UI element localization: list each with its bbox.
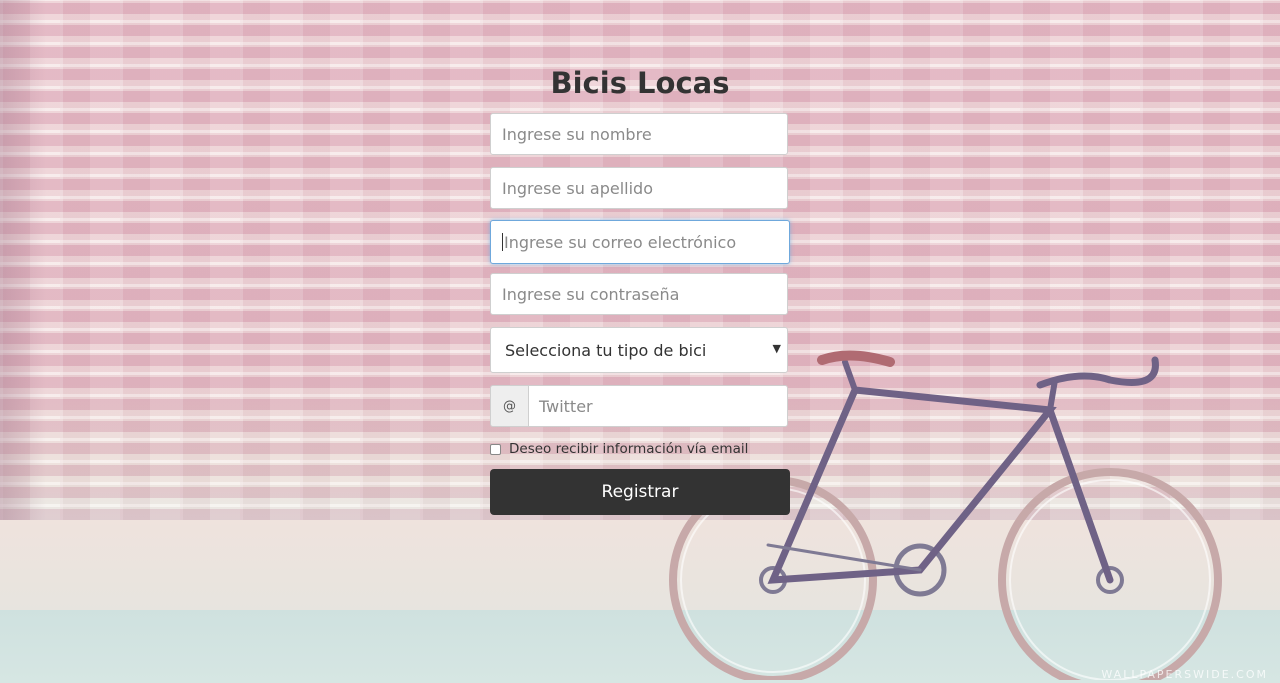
twitter-input-group: @ Twitter: [490, 385, 788, 427]
lastname-input-placeholder: Ingrese su apellido: [502, 178, 653, 198]
email-input[interactable]: Ingrese su correo electrónico: [490, 220, 790, 264]
name-input-placeholder: Ingrese su nombre: [502, 124, 652, 144]
dropdown-arrow-icon: ▼: [772, 342, 781, 355]
at-sign-addon: @: [490, 385, 528, 427]
register-button-label: Registrar: [601, 482, 679, 502]
text-caret: [502, 233, 503, 251]
name-input[interactable]: Ingrese su nombre: [490, 113, 788, 155]
bike-type-selected-value: Selecciona tu tipo de bici: [505, 340, 707, 360]
twitter-input[interactable]: Twitter: [528, 385, 788, 427]
email-input-placeholder: Ingrese su correo electrónico: [504, 232, 737, 252]
newsletter-label[interactable]: Deseo recibir información vía email: [509, 441, 748, 457]
lastname-input[interactable]: Ingrese su apellido: [490, 167, 788, 209]
newsletter-checkbox[interactable]: [490, 443, 501, 455]
password-input-placeholder: Ingrese su contraseña: [502, 284, 680, 304]
bike-type-select[interactable]: Selecciona tu tipo de bici ▼: [490, 327, 788, 373]
register-button[interactable]: Registrar: [490, 469, 790, 515]
wall-corner: [0, 0, 46, 540]
page-title: Bicis Locas: [550, 66, 730, 100]
newsletter-option: Deseo recibir información vía email: [490, 440, 748, 458]
password-input[interactable]: Ingrese su contraseña: [490, 273, 788, 315]
watermark-text: WALLPAPERSWIDE.COM: [1101, 668, 1268, 681]
twitter-input-placeholder: Twitter: [539, 396, 593, 416]
